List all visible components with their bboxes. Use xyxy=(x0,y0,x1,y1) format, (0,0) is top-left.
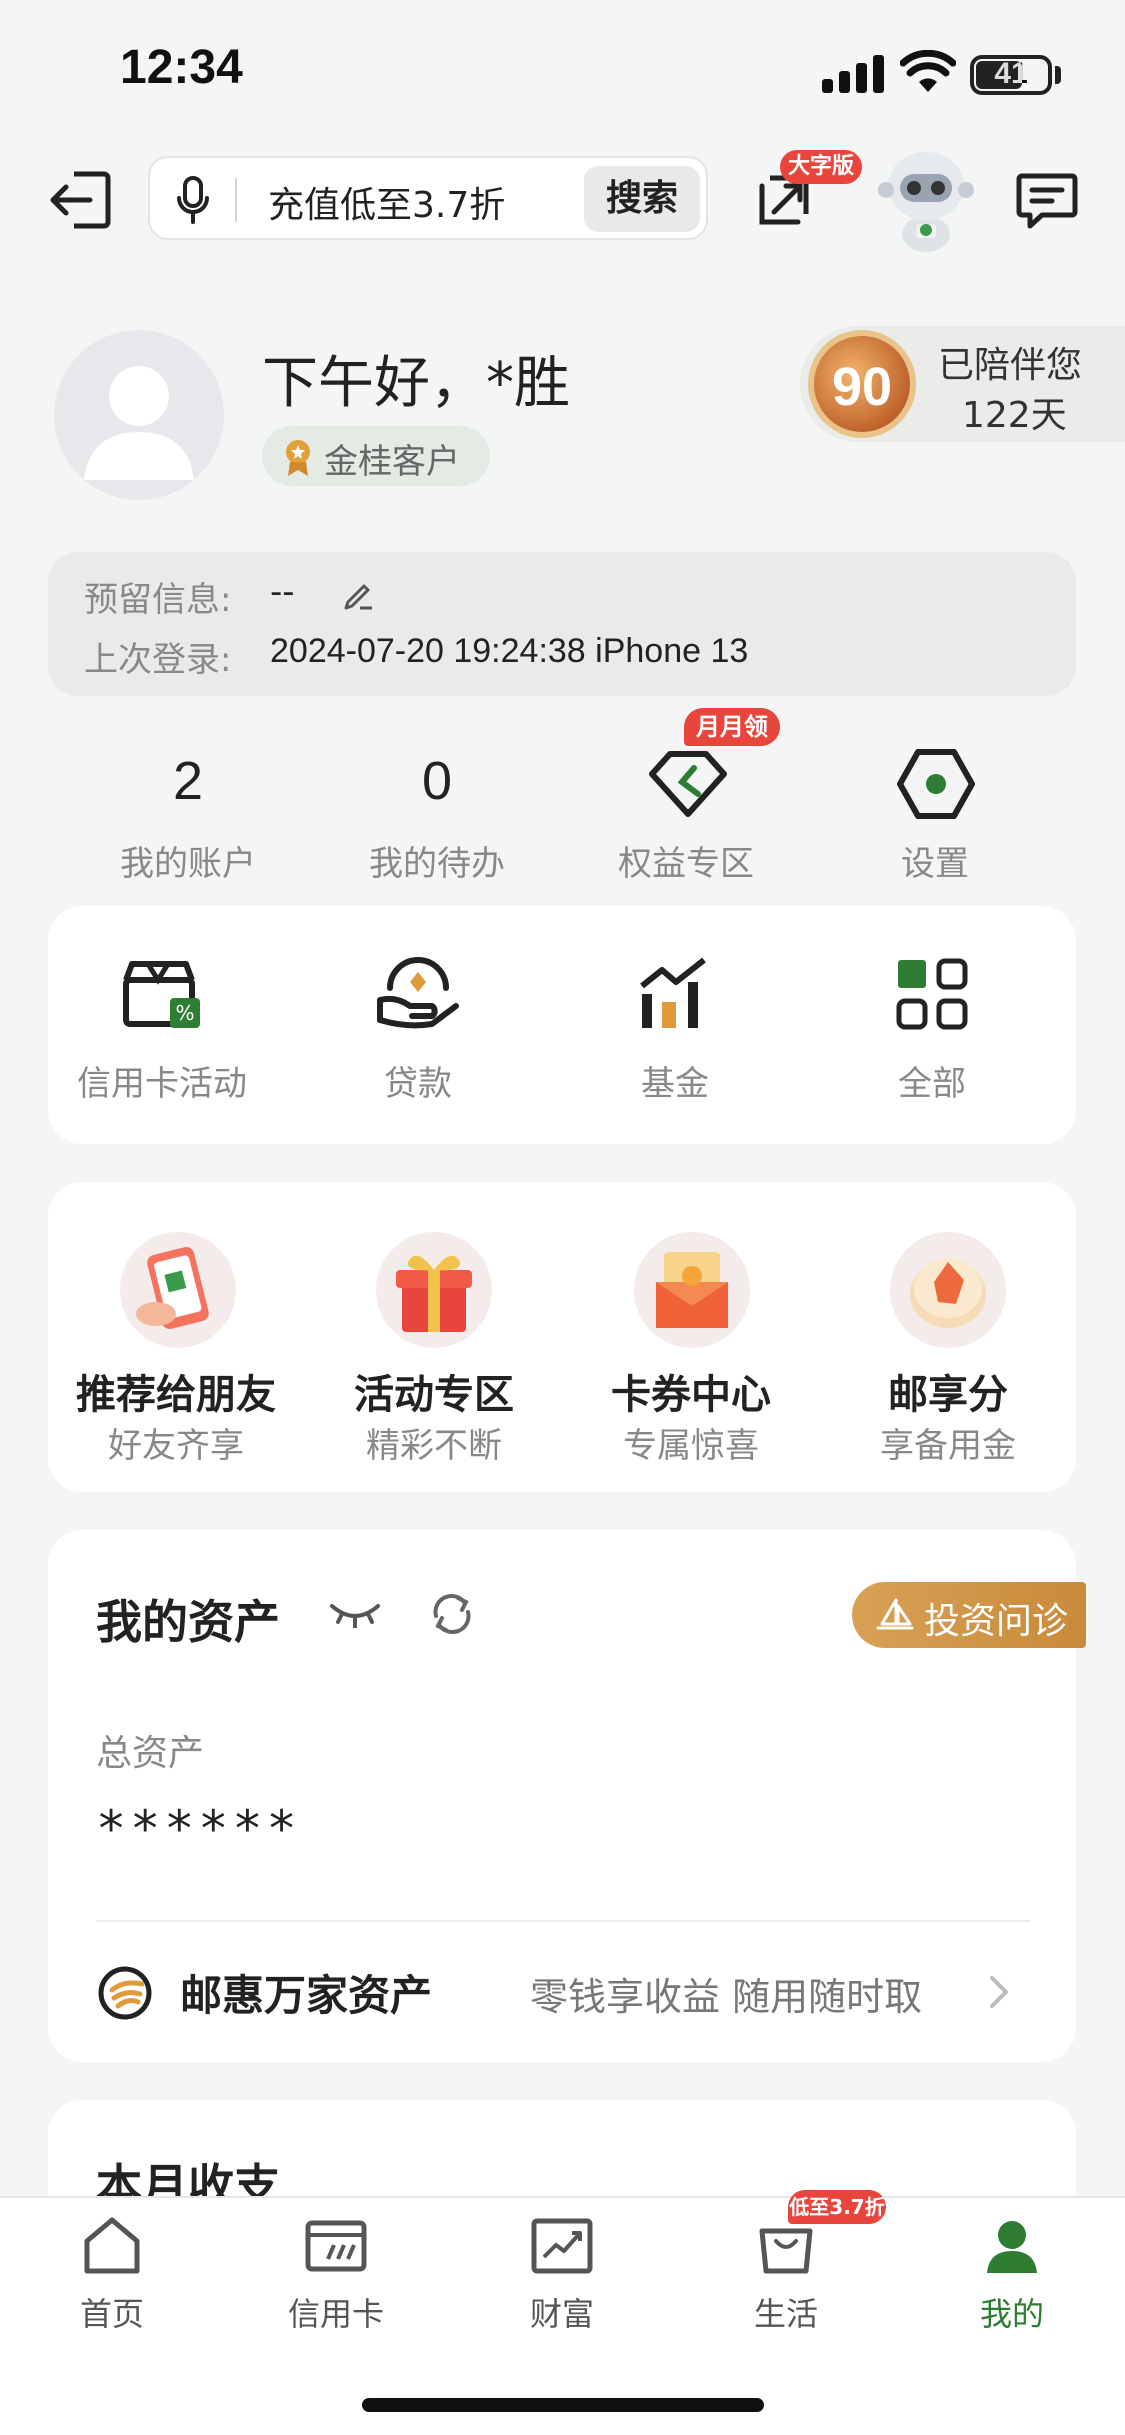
customer-level-label: 金桂客户 xyxy=(324,442,460,482)
settings-hexagon-icon[interactable] xyxy=(896,748,976,820)
customer-level-tag[interactable]: 金桂客户 xyxy=(262,426,490,486)
my-todo-count[interactable]: 0 xyxy=(327,750,547,812)
tab-credit-card[interactable]: 信用卡 xyxy=(266,2215,406,2335)
battery-tip xyxy=(1055,66,1061,84)
logout-icon[interactable] xyxy=(48,170,112,230)
activity-zone-subtitle: 精彩不断 xyxy=(366,1426,502,1466)
last-login-label: 上次登录: xyxy=(84,640,232,680)
last-login-value: 2024-07-20 19:24:38 iPhone 13 xyxy=(270,632,749,670)
robot-assistant-icon[interactable] xyxy=(876,146,976,254)
assets-divider xyxy=(96,1920,1030,1922)
search-separator xyxy=(235,178,237,222)
reserved-info-label: 预留信息: xyxy=(84,580,232,620)
home-icon xyxy=(84,2217,140,2274)
credit-card-activity-label[interactable]: 信用卡活动 xyxy=(52,1056,272,1105)
loan-label[interactable]: 贷款 xyxy=(308,1056,528,1105)
search-bar[interactable]: 充值低至3.7折 搜索 xyxy=(148,156,708,240)
credit-card-gift-icon[interactable]: % xyxy=(122,956,204,1030)
wifi-icon xyxy=(900,50,956,92)
all-apps-grid-icon[interactable] xyxy=(896,958,968,1030)
life-discount-badge: 低至3.7折 xyxy=(788,2190,886,2224)
my-accounts-label[interactable]: 我的账户 xyxy=(78,836,298,885)
all-label[interactable]: 全部 xyxy=(822,1056,1042,1105)
search-input[interactable]: 充值低至3.7折 xyxy=(268,176,505,228)
tab-wealth-label: 财富 xyxy=(529,2295,594,2333)
activity-zone-title[interactable]: 活动专区 xyxy=(314,1362,554,1420)
total-assets-label: 总资产 xyxy=(96,1733,205,1774)
loan-hand-icon[interactable] xyxy=(376,954,460,1032)
home-indicator[interactable] xyxy=(362,2398,764,2412)
reserved-info-value: -- xyxy=(270,572,295,612)
greeting: 下午好，*胜 xyxy=(262,351,570,416)
rights-zone-label[interactable]: 权益专区 xyxy=(576,836,796,885)
points-subtitle: 享备用金 xyxy=(880,1426,1016,1466)
message-icon[interactable] xyxy=(1016,172,1078,230)
medal-ribbon-icon xyxy=(286,440,310,476)
product-name[interactable]: 邮惠万家资产 xyxy=(180,1962,432,2023)
fund-label[interactable]: 基金 xyxy=(565,1056,785,1105)
assets-title: 我的资产 xyxy=(96,1595,280,1649)
avatar-placeholder-icon xyxy=(84,366,194,480)
activity-gift-icon[interactable] xyxy=(376,1232,492,1348)
total-assets-value: ****** xyxy=(96,1800,301,1858)
battery-level: 41 xyxy=(994,57,1028,90)
my-accounts-count[interactable]: 2 xyxy=(78,750,298,812)
tab-home-label: 首页 xyxy=(79,2295,144,2333)
credit-card-icon xyxy=(305,2220,367,2272)
tab-home[interactable]: 首页 xyxy=(42,2215,182,2335)
anniversary-medal-icon: 90 xyxy=(808,330,916,438)
svg-text:%: % xyxy=(175,1001,194,1025)
accompany-text: 已陪伴您 xyxy=(938,345,1083,386)
tab-life-label: 生活 xyxy=(753,2295,818,2333)
postal-logo-icon xyxy=(98,1966,152,2020)
cellular-signal-icon xyxy=(822,55,884,93)
settings-label[interactable]: 设置 xyxy=(825,836,1045,885)
recommend-friend-subtitle: 好友齐享 xyxy=(108,1426,244,1466)
chevron-right-icon[interactable] xyxy=(988,1974,1010,2010)
coupon-center-icon[interactable] xyxy=(634,1232,750,1348)
status-time: 12:34 xyxy=(120,41,243,94)
user-profile-icon xyxy=(987,2221,1037,2273)
coupon-center-title[interactable]: 卡券中心 xyxy=(571,1362,811,1420)
edit-pencil-icon[interactable] xyxy=(340,576,376,612)
tab-mine[interactable]: 我的 xyxy=(942,2215,1082,2335)
tab-life[interactable]: 生活 xyxy=(716,2215,856,2335)
investment-diagnosis-button[interactable]: 投资问诊 xyxy=(852,1582,1086,1648)
points-title[interactable]: 邮享分 xyxy=(828,1362,1068,1420)
accompany-days: 122天 xyxy=(962,395,1067,436)
investment-diagnosis-label: 投资问诊 xyxy=(924,1601,1069,1642)
tab-mine-label: 我的 xyxy=(979,2295,1044,2333)
large-font-badge: 大字版 xyxy=(780,150,862,184)
my-todo-label[interactable]: 我的待办 xyxy=(327,836,547,885)
monthly-rights-badge: 月月领 xyxy=(684,708,780,746)
refresh-icon[interactable] xyxy=(428,1592,476,1636)
tab-credit-card-label: 信用卡 xyxy=(287,2295,384,2333)
search-button[interactable]: 搜索 xyxy=(584,166,700,232)
tab-wealth[interactable]: 财富 xyxy=(492,2215,632,2335)
microphone-icon[interactable] xyxy=(176,176,210,224)
diamond-rights-icon[interactable] xyxy=(648,750,728,818)
product-description[interactable]: 零钱享收益 随用随时取 xyxy=(530,1966,922,2021)
hide-eye-icon[interactable] xyxy=(328,1600,382,1628)
recommend-friend-icon[interactable] xyxy=(120,1232,236,1348)
points-coin-icon[interactable] xyxy=(890,1232,1006,1348)
shopping-bag-icon xyxy=(759,2228,813,2274)
sailboat-icon xyxy=(876,1598,914,1630)
battery-icon: 41 xyxy=(970,55,1052,95)
recommend-friend-title[interactable]: 推荐给朋友 xyxy=(56,1362,296,1420)
medal-number: 90 xyxy=(831,357,893,417)
avatar[interactable] xyxy=(54,330,224,500)
coupon-center-subtitle: 专属惊喜 xyxy=(623,1426,759,1466)
wealth-chart-icon xyxy=(531,2218,593,2274)
fund-chart-icon[interactable] xyxy=(636,956,712,1032)
